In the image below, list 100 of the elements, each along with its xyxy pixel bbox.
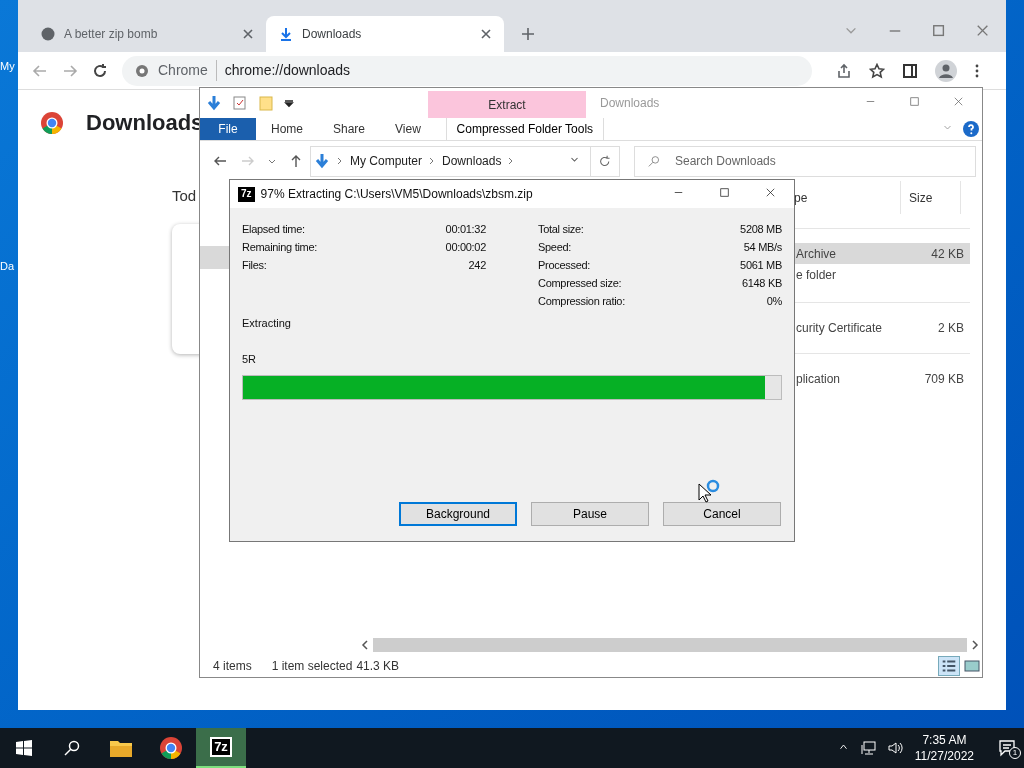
file-row[interactable]: Archive 42 KB	[792, 243, 970, 264]
close-icon[interactable]	[976, 24, 990, 38]
window-title: Downloads	[600, 95, 660, 112]
details-view-icon[interactable]	[938, 656, 960, 676]
close-icon[interactable]	[242, 28, 254, 40]
taskbar-app[interactable]: 7z	[196, 728, 246, 768]
help-icon[interactable]	[963, 121, 979, 137]
7zip-logo: 7z	[238, 186, 255, 202]
file-size: 42 KB	[931, 245, 964, 263]
tab-title: Downloads	[302, 26, 363, 43]
current-file: 5R	[242, 351, 258, 367]
share-icon[interactable]	[836, 62, 852, 79]
desktop-icon-label[interactable]: Da	[0, 258, 15, 275]
dialog-button[interactable]: Cancel	[663, 502, 781, 526]
file-row[interactable]: e folder	[792, 264, 970, 285]
scroll-left-icon[interactable]	[360, 640, 370, 650]
desktop-icon-label[interactable]: My	[0, 58, 15, 75]
stat-label: Total size:	[538, 222, 584, 237]
ribbon-tab[interactable]: File	[200, 118, 256, 140]
file-size: 2 KB	[938, 319, 964, 337]
maximize-icon[interactable]	[720, 188, 732, 200]
file-type: Archive	[795, 245, 837, 263]
stat-value: 6148 KB	[741, 276, 782, 291]
file-size: 709 KB	[924, 370, 964, 388]
stat-value: 00:01:32	[445, 222, 486, 237]
tab-title: A better zip bomb	[64, 26, 159, 43]
menu-icon[interactable]	[974, 62, 980, 79]
item-count: 4 items	[213, 658, 252, 675]
stat-value: 5061 MB	[740, 258, 782, 273]
file-row[interactable]: plication 709 KB	[792, 368, 970, 389]
stat-label: Elapsed time:	[242, 222, 305, 237]
stat-value: 00:00:02	[445, 240, 486, 255]
maximize-icon[interactable]	[932, 24, 946, 38]
stat-value: 5208 MB	[740, 222, 782, 237]
address-bar[interactable]: My Computer Downloads	[310, 145, 620, 177]
url-text: chrome://downloads	[224, 61, 351, 80]
stat-label: Compression ratio:	[538, 294, 625, 309]
contextual-tab-header: Extract	[428, 91, 586, 118]
stat-label: Compressed size:	[538, 276, 622, 291]
file-type: plication	[795, 370, 842, 388]
stat-value: 54 MB/s	[743, 240, 782, 255]
stat-label: Files:	[242, 258, 267, 273]
clock-time[interactable]: 7:35 AM	[922, 732, 967, 748]
file-type: curity Certificate	[795, 319, 884, 337]
selection-size: 41.3 KB	[356, 658, 400, 675]
scroll-right-icon[interactable]	[970, 640, 980, 650]
ribbon-tab[interactable]: View	[380, 118, 436, 140]
search-field[interactable]: Search Downloads	[634, 145, 976, 177]
reload-icon[interactable]	[92, 62, 108, 79]
stat-label: Processed:	[538, 258, 591, 273]
breadcrumb-item[interactable]: My Computer	[350, 152, 423, 170]
avatar-icon[interactable]	[935, 59, 957, 82]
stat-value: 0%	[766, 294, 782, 309]
file-row[interactable]: curity Certificate 2 KB	[792, 317, 970, 338]
ribbon-tab[interactable]: Home	[256, 118, 318, 140]
stat-label: Remaining time:	[242, 240, 317, 255]
dialog-button[interactable]: Pause	[531, 502, 649, 526]
network-icon[interactable]	[860, 740, 877, 756]
properties-icon[interactable]	[232, 95, 248, 111]
ribbon-tab[interactable]: Compressed Folder Tools	[445, 118, 604, 140]
refresh-icon[interactable]	[598, 154, 612, 168]
selection-info: 1 item selected	[271, 658, 353, 675]
download-icon	[278, 26, 294, 42]
column-header[interactable]: Size	[901, 181, 961, 214]
clock-date[interactable]: 11/27/2022	[914, 748, 974, 764]
tiles-view-icon[interactable]	[964, 659, 980, 673]
globe-icon	[40, 26, 56, 42]
breadcrumb-item[interactable]: Downloads	[442, 152, 502, 170]
dropdown-icon[interactable]	[284, 98, 294, 108]
side-panel-icon[interactable]	[902, 62, 918, 79]
nav-item-highlight[interactable]	[200, 246, 230, 269]
search-icon	[648, 154, 661, 168]
browser-tab[interactable]: Downloads	[266, 16, 504, 52]
volume-icon[interactable]	[886, 740, 903, 756]
horizontal-scrollbar[interactable]	[373, 638, 967, 652]
new-tab-icon[interactable]	[520, 26, 536, 42]
notification-icon[interactable]	[998, 739, 1016, 757]
download-arrow-icon[interactable]	[206, 95, 222, 111]
address-bar[interactable]: Chrome chrome://downloads	[122, 55, 812, 86]
folder-icon	[109, 738, 133, 758]
close-icon[interactable]	[480, 28, 492, 40]
start-icon[interactable]	[16, 740, 32, 756]
7zip-logo: 7z	[210, 737, 232, 757]
date-label: Tod	[172, 186, 197, 206]
file-type: e folder	[795, 266, 838, 284]
chevron-right-icon	[336, 157, 344, 165]
maximize-icon[interactable]	[910, 97, 922, 109]
site-chip: Chrome	[158, 60, 217, 81]
star-icon[interactable]	[869, 62, 885, 79]
status-label: Extracting	[242, 316, 292, 331]
notification-badge: 1	[1009, 747, 1021, 759]
dialog-title: 97% Extracting C:\Users\VM5\Downloads\zbsm.zip	[260, 186, 533, 203]
stat-label: Speed:	[538, 240, 572, 255]
recent-dropdown-icon[interactable]	[268, 157, 276, 165]
browser-tab[interactable]: A better zip bomb	[28, 16, 266, 52]
ribbon-tab[interactable]: Share	[318, 118, 381, 140]
search-icon[interactable]	[64, 740, 80, 756]
chrome-icon	[134, 62, 150, 79]
download-arrow-icon	[314, 153, 330, 169]
dialog-button[interactable]: Background	[399, 502, 517, 526]
